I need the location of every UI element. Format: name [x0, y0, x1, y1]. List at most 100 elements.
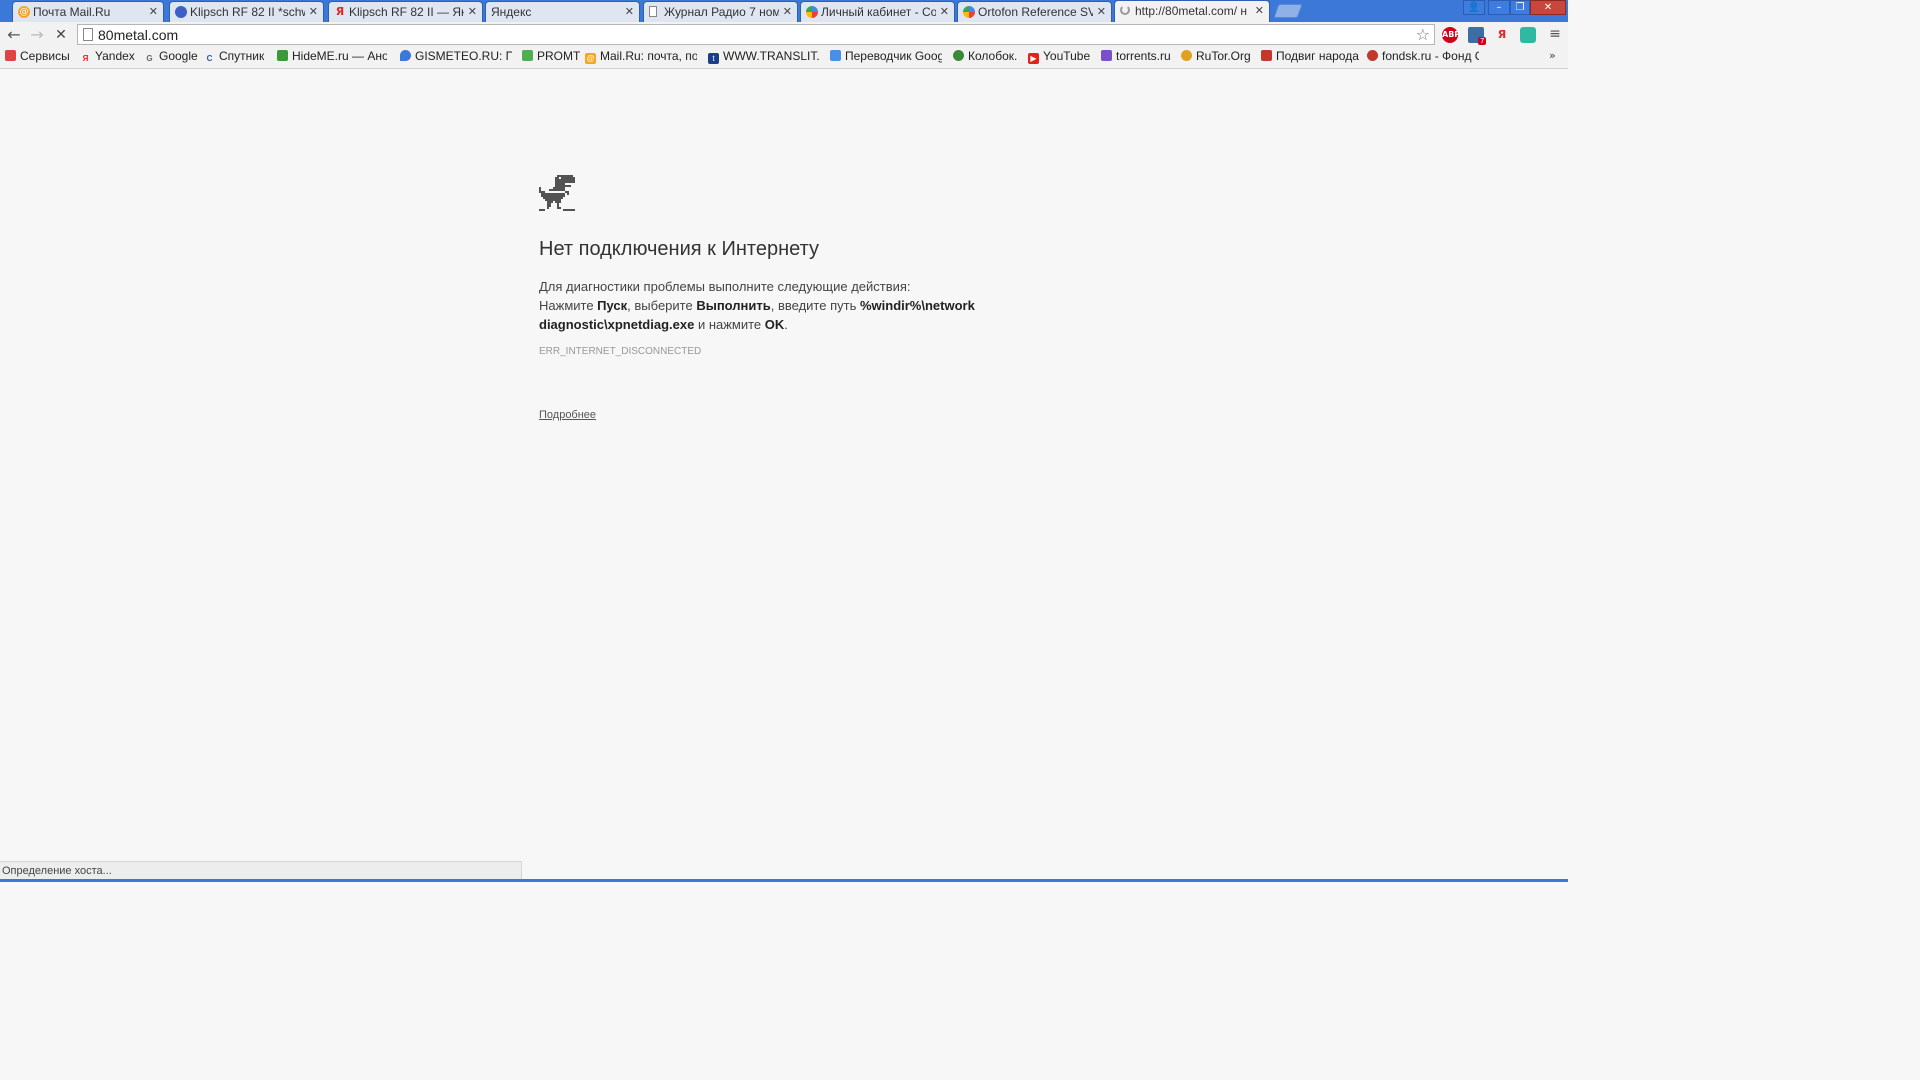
error-code: ERR_INTERNET_DISCONNECTED: [539, 346, 702, 357]
user-icon[interactable]: 👤: [1463, 0, 1485, 15]
sputnik-icon: C: [206, 54, 213, 63]
bookmark-rutor[interactable]: RuTor.Org: [1181, 49, 1251, 65]
close-tab-icon[interactable]: ✕: [309, 5, 318, 18]
fondsk-icon: [1367, 50, 1378, 61]
close-tab-icon[interactable]: ✕: [1097, 5, 1106, 18]
error-instructions: Нажмите Пуск, выберите Выполнить, введит…: [539, 296, 999, 334]
bookmark-label: WWW.TRANSLIT.C: [723, 49, 820, 63]
bookmark-google-translate[interactable]: Переводчик Googl: [830, 49, 942, 65]
torrents-icon: [1101, 50, 1112, 61]
bookmark-translit[interactable]: t WWW.TRANSLIT.C: [708, 49, 820, 65]
close-tab-icon[interactable]: ✕: [1255, 4, 1264, 17]
close-window-button[interactable]: ✕: [1530, 0, 1566, 15]
kolobok-icon: [953, 50, 964, 61]
bookmark-fondsk[interactable]: fondsk.ru - Фонд С: [1367, 49, 1479, 65]
bookmark-servisy[interactable]: Сервисы: [5, 49, 70, 65]
rutor-icon: [1181, 50, 1192, 61]
bookmark-label: GISMETEO.RU: Пог: [415, 49, 512, 63]
details-link[interactable]: Подробнее: [539, 409, 596, 421]
menu-icon[interactable]: ≡: [1548, 26, 1562, 42]
tab-title: Klipsch RF 82 II — Янд: [349, 5, 464, 19]
tab-yandex[interactable]: Яндекс ✕: [485, 1, 640, 22]
back-button[interactable]: ←: [4, 25, 24, 45]
bookmark-label: Yandex: [95, 49, 135, 63]
address-url[interactable]: 80metal.com: [98, 27, 178, 43]
error-description: Для диагностики проблемы выполните следу…: [539, 277, 999, 334]
bookmark-label: Google: [159, 49, 198, 63]
error-line-1: Для диагностики проблемы выполните следу…: [539, 279, 911, 294]
instruction-start: Пуск: [597, 298, 628, 313]
bookmark-label: Подвиг народа: [1276, 49, 1359, 63]
dinosaur-icon: [539, 175, 575, 211]
tab-klipsch-1[interactable]: Klipsch RF 82 II *schw ✕: [169, 1, 324, 22]
bookmark-torrents[interactable]: torrents.ru: [1101, 49, 1171, 65]
tab-pochta-mailru[interactable]: @ Почта Mail.Ru ✕: [12, 1, 164, 22]
bookmark-google[interactable]: G Google: [144, 49, 198, 65]
bookmark-star-icon[interactable]: ☆: [1416, 25, 1430, 44]
tab-strip: @ Почта Mail.Ru ✕ Klipsch RF 82 II *schw…: [0, 0, 1568, 22]
bookmark-gismeteo[interactable]: GISMETEO.RU: Пог: [400, 49, 512, 65]
bookmark-label: Спутник: [219, 49, 265, 63]
address-bar[interactable]: 80metal.com ☆: [77, 24, 1435, 45]
tab-zhurnal-radio[interactable]: Журнал Радио 7 ном ✕: [643, 1, 798, 22]
close-tab-icon[interactable]: ✕: [468, 5, 477, 18]
minimize-button[interactable]: –: [1488, 0, 1510, 15]
drop-icon: [400, 50, 411, 61]
site-icon: [175, 6, 187, 18]
tab-klipsch-yandex[interactable]: Я Klipsch RF 82 II — Янд ✕: [328, 1, 483, 22]
bookmarks-bar: Сервисы Я Yandex G Google C Спутник HideME.…: [0, 47, 1568, 69]
youtube-icon: ▶: [1028, 53, 1039, 64]
translit-icon: t: [708, 53, 719, 64]
location-pin-icon[interactable]: [1520, 27, 1536, 43]
translate-icon: [830, 50, 841, 61]
bookmark-label: fondsk.ru - Фонд С: [1382, 49, 1479, 63]
toolbar: ← → ✕ 80metal.com ☆ ABP 7 Я ≡: [0, 22, 1568, 47]
close-tab-icon[interactable]: ✕: [940, 5, 949, 18]
new-tab-button[interactable]: [1273, 4, 1303, 18]
google-icon: [806, 6, 818, 18]
bookmark-promt[interactable]: PROMT: [522, 49, 580, 65]
page-icon: [649, 6, 657, 17]
bookmark-podvig-naroda[interactable]: Подвиг народа: [1261, 49, 1359, 65]
window-bottom-border: [0, 879, 1568, 882]
bookmark-kolobok[interactable]: Колобок.: [953, 49, 1017, 65]
tab-title: Журнал Радио 7 ном: [664, 5, 779, 19]
tab-title: http://80metal.com/ н: [1135, 4, 1248, 18]
forward-button[interactable]: →: [27, 25, 47, 45]
tab-title: Личный кабинет - Со: [821, 5, 936, 19]
close-tab-icon[interactable]: ✕: [149, 5, 158, 18]
instruction-ok: OK: [764, 317, 785, 332]
page-icon: [83, 28, 93, 41]
status-text: Определение хоста...: [2, 865, 112, 877]
google-icon: [963, 6, 975, 18]
bookmark-hideme[interactable]: HideME.ru — Анон: [277, 49, 387, 65]
close-tab-icon[interactable]: ✕: [625, 5, 634, 18]
tab-ortofon[interactable]: Ortofon Reference SV- ✕: [957, 1, 1112, 22]
bookmark-label: torrents.ru: [1116, 49, 1171, 63]
bookmark-label: Переводчик Googl: [845, 49, 942, 63]
shield-icon: [277, 50, 288, 61]
instruction-text: Нажмите: [539, 298, 598, 313]
close-tab-icon[interactable]: ✕: [783, 5, 792, 18]
bookmark-yandex[interactable]: Я Yandex: [80, 49, 135, 65]
bookmark-youtube[interactable]: ▶ YouTube: [1028, 49, 1090, 65]
mailru-icon: @: [18, 6, 30, 18]
bookmark-label: RuTor.Org: [1196, 49, 1251, 63]
bookmark-mailru[interactable]: @ Mail.Ru: почта, пои: [585, 49, 697, 65]
instruction-text: , введите путь: [770, 298, 860, 313]
tab-lichny-kabinet[interactable]: Личный кабинет - Со ✕: [800, 1, 955, 22]
bookmark-sputnik[interactable]: C Спутник: [204, 49, 265, 65]
yandex-icon[interactable]: Я: [1494, 27, 1510, 43]
stop-button[interactable]: ✕: [51, 25, 71, 45]
yandex-icon: Я: [82, 54, 89, 63]
restore-button[interactable]: ❐: [1510, 0, 1530, 15]
loading-icon: [1120, 5, 1130, 15]
tab-title: Почта Mail.Ru: [33, 5, 111, 19]
tab-title: Ortofon Reference SV-: [978, 5, 1093, 19]
podvig-icon: [1261, 50, 1272, 61]
apps-icon: [5, 50, 16, 61]
instruction-text: .: [784, 317, 788, 332]
adblock-plus-icon[interactable]: ABP: [1442, 27, 1460, 43]
tab-80metal-active[interactable]: http://80metal.com/ н ✕: [1114, 0, 1270, 22]
bookmarks-overflow-chevron-icon[interactable]: »: [1549, 49, 1556, 62]
